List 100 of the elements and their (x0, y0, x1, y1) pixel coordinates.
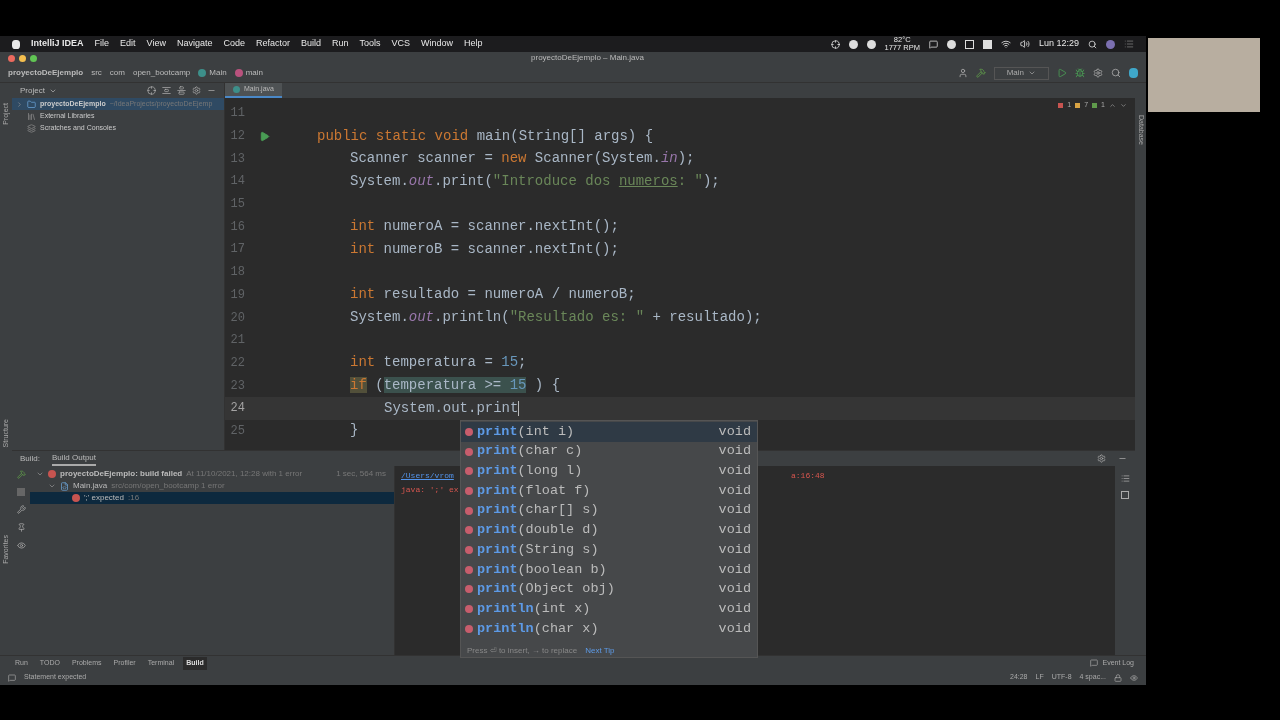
next-icon[interactable] (1120, 101, 1127, 109)
method-icon (465, 447, 473, 456)
eye-icon[interactable] (16, 541, 26, 550)
completion-item[interactable]: print(char[] s) void (461, 500, 757, 521)
code-line: int temperatura = 15; (350, 353, 527, 373)
completion-item[interactable]: print(long l) void (461, 461, 757, 482)
line-number: 14 (229, 173, 245, 191)
menu-item[interactable]: Tools (359, 37, 381, 51)
completion-item[interactable]: print(char c) void (461, 441, 757, 462)
completion-item[interactable]: print(boolean b) void (461, 559, 757, 580)
line-number: 13 (229, 150, 245, 168)
search-icon[interactable] (1088, 39, 1097, 49)
menu-item[interactable]: Build (300, 37, 321, 51)
completion-item[interactable]: println(char x) void (461, 618, 757, 639)
wrap-icon[interactable] (1120, 474, 1130, 483)
return-type: void (718, 580, 751, 599)
return-type: void (718, 619, 751, 638)
wrench-icon[interactable] (16, 505, 26, 514)
plugin-icon[interactable] (1129, 68, 1138, 78)
return-type: void (718, 462, 751, 481)
expand-all-icon[interactable] (162, 86, 171, 95)
menu-item[interactable]: VCS (391, 37, 411, 51)
completion-item[interactable]: println(int x) void (461, 599, 757, 619)
line-number: 19 (229, 286, 245, 304)
build-item-label: ';' expected (84, 492, 124, 504)
breadcrumb[interactable]: main (234, 67, 263, 79)
status-icon[interactable] (8, 673, 16, 682)
line-number: 18 (229, 264, 245, 282)
menu-icon[interactable] (1124, 39, 1134, 49)
line-number: 21 (229, 332, 245, 350)
locate-icon[interactable] (147, 86, 156, 95)
next-tip-link[interactable]: Next Tip (585, 644, 615, 657)
line-number: 22 (229, 354, 245, 372)
breadcrumb[interactable]: Main (198, 67, 227, 79)
menu-item[interactable]: Code (223, 37, 245, 51)
menu-item[interactable]: Edit (120, 37, 136, 51)
panel-title[interactable]: Project (20, 84, 57, 97)
clock-text[interactable]: Lun 12:29 (1038, 37, 1079, 51)
expand-icon[interactable] (16, 100, 23, 108)
method-signature: println(int x) (477, 599, 591, 618)
run-gutter-icon[interactable] (258, 130, 270, 142)
volume-icon[interactable] (1019, 39, 1030, 49)
settings-icon[interactable] (1093, 68, 1103, 78)
completion-item[interactable]: print(double d) void (461, 520, 757, 541)
zoom-button[interactable] (30, 54, 37, 62)
breadcrumb[interactable]: open_bootcamp (132, 67, 191, 79)
breadcrumb[interactable]: src (91, 67, 102, 79)
user-icon[interactable] (957, 68, 968, 78)
menu-item[interactable]: View (146, 37, 166, 51)
debug-icon[interactable] (1075, 68, 1085, 78)
panel-title: Build: (20, 452, 40, 465)
square-icon[interactable] (964, 39, 974, 49)
completion-item[interactable]: print(Object obj) void (461, 579, 757, 600)
menu-item[interactable]: Window (421, 37, 454, 51)
console-line-ending: a:16:48 (791, 470, 825, 482)
square-icon[interactable] (982, 39, 992, 49)
previous-icon[interactable] (1109, 101, 1116, 109)
build-tab[interactable]: Build Output (52, 451, 97, 466)
wifi-icon[interactable] (1000, 39, 1011, 49)
line-number: 16 (229, 218, 245, 236)
code-line: if (temperatura >= 15 ) { (350, 376, 561, 396)
run-configuration-dropdown[interactable]: Main (993, 66, 1049, 80)
folder-icon (27, 99, 36, 109)
menu-item[interactable]: Run (332, 37, 349, 51)
location-icon[interactable] (830, 39, 840, 49)
code-line: int resultado = numeroA / numeroB; (350, 285, 636, 305)
method-signature: print(float f) (477, 481, 591, 500)
menu-item[interactable]: Navigate (176, 37, 213, 51)
method-signature: print(long l) (477, 462, 583, 481)
completion-item[interactable]: print(int i) void (461, 422, 757, 442)
method-icon (465, 605, 473, 614)
breadcrumb[interactable]: com (109, 67, 125, 79)
settings-icon[interactable] (1097, 454, 1106, 463)
completion-item[interactable]: print(String s) void (461, 540, 757, 560)
close-button[interactable] (8, 54, 15, 62)
build-item-detail: :16 (127, 492, 140, 504)
return-type: void (718, 540, 751, 559)
menu-item[interactable]: Refactor (255, 37, 290, 51)
hammer-icon[interactable] (975, 68, 986, 78)
menu-item[interactable]: File (94, 37, 110, 51)
console-line[interactable]: /Users/vrom (401, 470, 457, 482)
breadcrumb[interactable]: proyectoDeEjemplo (8, 67, 84, 79)
run-icon[interactable] (1057, 68, 1067, 78)
inspector-icon[interactable] (1130, 673, 1138, 682)
return-type: void (718, 560, 751, 579)
build-tree-item[interactable]: ';' expected :16 (30, 492, 394, 504)
message-icon[interactable] (928, 39, 938, 49)
code-line: } (350, 421, 359, 441)
completion-item[interactable]: print(float f) void (461, 481, 757, 501)
app-name[interactable]: IntelliJ IDEA (31, 37, 84, 51)
search-icon[interactable] (1111, 68, 1121, 78)
settings-icon[interactable] (192, 86, 201, 95)
lock-icon[interactable] (1114, 673, 1122, 682)
minimize-button[interactable] (19, 54, 26, 62)
code-line: Scanner scanner = new Scanner(System.in); (350, 149, 695, 169)
collapse-all-icon[interactable] (177, 86, 186, 95)
menu-item[interactable]: Help (464, 37, 483, 51)
pin-icon[interactable] (16, 523, 26, 532)
scroll-end-icon[interactable] (1121, 491, 1129, 499)
hammer-icon[interactable] (16, 470, 26, 479)
